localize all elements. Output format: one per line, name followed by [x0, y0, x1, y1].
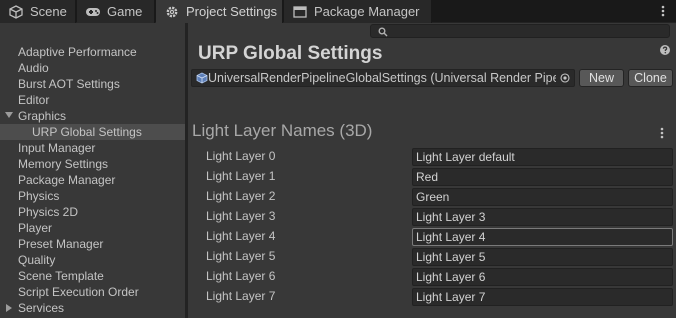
- light-layer-name-field[interactable]: Light Layer 4: [412, 228, 673, 246]
- light-layer-label: Light Layer 0: [206, 149, 276, 163]
- light-layer-name-field[interactable]: Light Layer default: [412, 148, 673, 166]
- tab-package-manager[interactable]: Package Manager: [284, 0, 432, 23]
- light-layer-label: Light Layer 4: [206, 229, 276, 243]
- settings-search-input[interactable]: [370, 24, 670, 38]
- collapsed-caret-icon[interactable]: [6, 304, 12, 312]
- settings-sidebar: Adaptive Performance Audio Burst AOT Set…: [0, 39, 185, 318]
- window-menu-icon[interactable]: [658, 3, 668, 19]
- light-layer-name-field[interactable]: Green: [412, 188, 673, 206]
- sidebar-item-label: Input Manager: [18, 141, 96, 155]
- sidebar-item-label: Editor: [18, 93, 50, 107]
- sidebar-item-preset-manager[interactable]: Preset Manager: [0, 236, 185, 252]
- tab-label: Package Manager: [314, 4, 420, 19]
- sidebar-item-scene-template[interactable]: Scene Template: [0, 268, 185, 284]
- light-layer-name-field[interactable]: Red: [412, 168, 673, 186]
- light-layer-row-4: Light Layer 4 Light Layer 4: [188, 227, 676, 247]
- tab-label: Project Settings: [186, 4, 278, 19]
- sidebar-item-label: Script Execution Order: [18, 285, 139, 299]
- sidebar-item-label: Package Manager: [18, 173, 116, 187]
- clone-button[interactable]: Clone: [628, 69, 673, 87]
- section-menu-icon[interactable]: [660, 127, 666, 141]
- sidebar-item-label: URP Global Settings: [32, 125, 142, 139]
- global-settings-asset-field[interactable]: UniversalRenderPipelineGlobalSettings (U…: [191, 69, 575, 87]
- gear-icon: [164, 4, 180, 20]
- sidebar-item-label: Player: [18, 221, 53, 235]
- sidebar-item-quality[interactable]: Quality: [0, 252, 185, 268]
- sidebar-item-label: Audio: [18, 61, 49, 75]
- light-layer-label: Light Layer 7: [206, 289, 276, 303]
- light-layer-label: Light Layer 5: [206, 249, 276, 263]
- settings-main-panel: URP Global Settings UniversalRenderPipel…: [188, 39, 676, 318]
- sidebar-item-package-manager[interactable]: Package Manager: [0, 172, 185, 188]
- package-icon: [292, 4, 308, 20]
- light-layer-row-3: Light Layer 3 Light Layer 3: [188, 207, 676, 227]
- tab-label: Game: [107, 4, 143, 19]
- tab-game[interactable]: Game: [77, 0, 155, 23]
- sidebar-item-audio[interactable]: Audio: [0, 60, 185, 76]
- sidebar-item-burst-aot-settings[interactable]: Burst AOT Settings: [0, 76, 185, 92]
- light-layer-row-5: Light Layer 5 Light Layer 5: [188, 247, 676, 267]
- search-icon: [378, 26, 388, 37]
- tab-label: Scene: [30, 4, 67, 19]
- light-layer-label: Light Layer 3: [206, 209, 276, 223]
- project-settings-window: Scene Game Project Settings Package Mana…: [0, 0, 676, 318]
- light-layer-row-6: Light Layer 6 Light Layer 6: [188, 267, 676, 287]
- light-layer-name-field[interactable]: Light Layer 7: [412, 288, 673, 306]
- tab-project-settings[interactable]: Project Settings: [156, 0, 283, 23]
- sidebar-item-label: Quality: [18, 253, 56, 267]
- scene-icon: [8, 4, 24, 20]
- expanded-caret-icon[interactable]: [5, 112, 13, 118]
- sidebar-item-services[interactable]: Services: [0, 300, 185, 316]
- sidebar-item-physics-2d[interactable]: Physics 2D: [0, 204, 185, 220]
- object-picker-icon[interactable]: [556, 70, 574, 86]
- light-layer-name-field[interactable]: Light Layer 3: [412, 208, 673, 226]
- light-layer-row-1: Light Layer 1 Red: [188, 167, 676, 187]
- light-layer-row-2: Light Layer 2 Green: [188, 187, 676, 207]
- sidebar-item-player[interactable]: Player: [0, 220, 185, 236]
- help-icon[interactable]: [660, 44, 670, 55]
- light-layer-row-7: Light Layer 7 Light Layer 7: [188, 287, 676, 307]
- sidebar-item-label: Adaptive Performance: [18, 45, 137, 59]
- asset-field-value: UniversalRenderPipelineGlobalSettings (U…: [208, 71, 560, 85]
- sidebar-item-script-execution-order[interactable]: Script Execution Order: [0, 284, 185, 300]
- sidebar-item-label: Memory Settings: [18, 157, 109, 171]
- light-layer-label: Light Layer 2: [206, 189, 276, 203]
- sidebar-item-input-manager[interactable]: Input Manager: [0, 140, 185, 156]
- light-layer-name-field[interactable]: Light Layer 6: [412, 268, 673, 286]
- sidebar-item-editor[interactable]: Editor: [0, 92, 185, 108]
- section-title-light-layer-names: Light Layer Names (3D): [192, 121, 373, 140]
- sidebar-item-label: Physics: [18, 189, 60, 203]
- sidebar-item-label: Physics 2D: [18, 205, 79, 219]
- game-controller-icon: [85, 4, 101, 20]
- light-layer-row-0: Light Layer 0 Light Layer default: [188, 147, 676, 167]
- new-button[interactable]: New: [579, 69, 624, 87]
- sidebar-item-urp-global-settings[interactable]: URP Global Settings: [0, 124, 185, 140]
- light-layer-label: Light Layer 6: [206, 269, 276, 283]
- sidebar-item-graphics[interactable]: Graphics: [0, 108, 185, 124]
- tab-bar: Scene Game Project Settings Package Mana…: [0, 0, 676, 23]
- sidebar-item-label: Scene Template: [18, 269, 104, 283]
- sidebar-item-label: Graphics: [18, 109, 67, 123]
- sidebar-item-adaptive-performance[interactable]: Adaptive Performance: [0, 44, 185, 60]
- render-pipeline-asset-icon: [196, 72, 208, 84]
- sidebar-item-label: Services: [18, 301, 65, 315]
- light-layer-label: Light Layer 1: [206, 169, 276, 183]
- light-layer-name-field[interactable]: Light Layer 5: [412, 248, 673, 266]
- sidebar-item-label: Preset Manager: [18, 237, 104, 251]
- page-title: URP Global Settings: [198, 43, 383, 64]
- sidebar-item-physics[interactable]: Physics: [0, 188, 185, 204]
- sidebar-item-memory-settings[interactable]: Memory Settings: [0, 156, 185, 172]
- tab-scene[interactable]: Scene: [0, 0, 76, 23]
- sidebar-item-label: Burst AOT Settings: [18, 77, 120, 91]
